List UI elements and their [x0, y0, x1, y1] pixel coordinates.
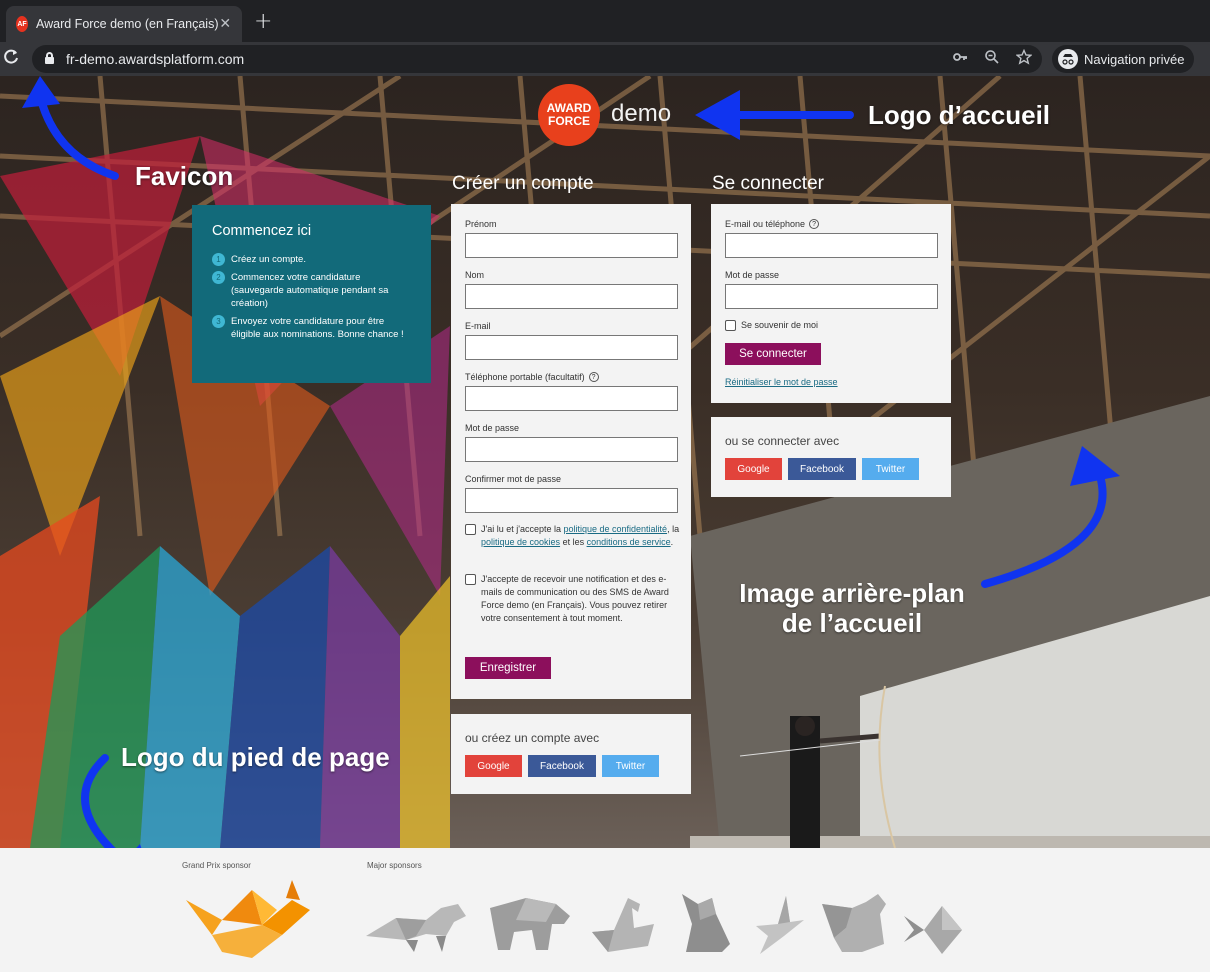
- major-sponsors-label: Major sponsors: [367, 861, 422, 870]
- register-social-title: ou créez un compte avec: [465, 731, 600, 745]
- remember-me-label: Se souvenir de moi: [741, 320, 819, 330]
- close-tab-icon[interactable]: ✕: [218, 16, 232, 32]
- agree-terms-text: J'ai lu et j'accepte la politique de con…: [481, 523, 681, 549]
- browser-toolbar: fr-demo.awardsplatform.com Navigation pr…: [0, 42, 1210, 76]
- password-label: Mot de passe: [465, 423, 520, 433]
- reset-password-link[interactable]: Réinitialiser le mot de passe: [725, 377, 838, 387]
- consent-checkbox[interactable]: [465, 574, 476, 585]
- confirm-password-label: Confirmer mot de passe: [465, 474, 562, 484]
- consent-text: J'accepte de recevoir une notification e…: [481, 574, 669, 623]
- register-google-button[interactable]: Google: [465, 755, 522, 777]
- agree-terms-checkbox[interactable]: [465, 524, 476, 535]
- login-social-panel: ou se connecter avec Google Facebook Twi…: [711, 417, 951, 497]
- email-label: E-mail: [465, 321, 491, 331]
- annotation-home-logo: Logo d’accueil: [868, 100, 1051, 130]
- browser-tab[interactable]: AF Award Force demo (en Français) ✕: [6, 6, 242, 42]
- url-text[interactable]: fr-demo.awardsplatform.com: [66, 51, 244, 67]
- dragon-sponsor-logo[interactable]: [182, 880, 314, 960]
- agree-text-4: .: [670, 537, 674, 547]
- step-number: 3: [212, 315, 225, 328]
- last-name-field[interactable]: [465, 284, 678, 309]
- annotation-background: Image arrière-plan de l’accueil: [732, 578, 972, 638]
- cookies-link[interactable]: politique de cookies: [481, 537, 560, 547]
- help-icon[interactable]: ?: [809, 219, 820, 229]
- step-text: Commencez votre candidature (sauvegarde …: [231, 272, 389, 309]
- first-name-field[interactable]: [465, 233, 678, 258]
- start-title: Commencez ici: [212, 223, 312, 239]
- agree-text-2: , la: [667, 524, 680, 534]
- swan-sponsor-logo[interactable]: [588, 898, 656, 954]
- key-icon[interactable]: [952, 49, 968, 69]
- cat-sponsor-logo[interactable]: [682, 894, 732, 954]
- agree-text-3: et les: [560, 537, 587, 547]
- login-password-label: Mot de passe: [725, 270, 780, 280]
- bear-sponsor-logo[interactable]: [486, 894, 572, 954]
- step-number: 2: [212, 271, 225, 284]
- register-social-panel: ou créez un compte avec Google Facebook …: [451, 714, 691, 794]
- tab-title: Award Force demo (en Français): [36, 17, 219, 31]
- login-google-button[interactable]: Google: [725, 458, 782, 480]
- step-number: 1: [212, 253, 225, 266]
- footer: Grand Prix sponsor Major sponsors: [0, 848, 1210, 972]
- login-email-field[interactable]: [725, 233, 938, 258]
- annotation-background-line1: Image arrière-plan: [739, 578, 965, 608]
- login-button[interactable]: Se connecter: [725, 343, 821, 365]
- annotation-footer-logo: Logo du pied de page: [121, 742, 390, 772]
- tab-bar: AF Award Force demo (en Français) ✕ +: [0, 0, 1210, 42]
- incognito-label: Navigation privée: [1084, 51, 1185, 67]
- password-field[interactable]: [465, 437, 678, 462]
- login-facebook-button[interactable]: Facebook: [788, 458, 856, 480]
- last-name-label: Nom: [465, 270, 485, 280]
- login-social-title: ou se connecter avec: [725, 434, 840, 448]
- new-tab-button[interactable]: +: [254, 9, 272, 34]
- first-name-label: Prénom: [465, 219, 497, 229]
- page-content: AWARD FORCE demo Favicon Logo d’accueil …: [0, 76, 1210, 972]
- incognito-indicator[interactable]: Navigation privée: [1052, 45, 1194, 73]
- start-step: 1 Créez un compte.: [212, 253, 411, 266]
- favicon-icon: AF: [16, 16, 28, 32]
- privacy-link[interactable]: politique de confidentialité: [563, 524, 667, 534]
- grand-prix-label: Grand Prix sponsor: [182, 861, 251, 870]
- mobile-label: Téléphone portable (facultatif)?: [465, 372, 599, 382]
- start-step: 3 Envoyez votre candidature pour être éli…: [212, 315, 411, 341]
- lock-icon[interactable]: [45, 52, 54, 64]
- agree-text-1: J'ai lu et j'accepte la: [481, 524, 564, 534]
- bird-sponsor-logo[interactable]: [756, 896, 806, 956]
- mobile-field[interactable]: [465, 386, 678, 411]
- terms-link[interactable]: conditions de service: [587, 537, 671, 547]
- confirm-password-field[interactable]: [465, 488, 678, 513]
- register-facebook-button[interactable]: Facebook: [528, 755, 596, 777]
- squirrel-sponsor-logo[interactable]: [822, 894, 888, 954]
- remember-me-checkbox[interactable]: [725, 320, 736, 331]
- start-step: 2 Commencez votre candidature (sauvegarde…: [212, 271, 411, 310]
- register-form: Prénom Nom E-mail Téléphone portable (fa…: [451, 204, 691, 699]
- zoom-icon[interactable]: [984, 49, 1000, 69]
- start-here-panel: Commencez ici 1 Créez un compte. 2 Commenc…: [192, 205, 431, 383]
- start-steps: 1 Créez un compte. 2 Commencez votre candi…: [212, 253, 411, 341]
- incognito-icon: [1058, 49, 1078, 69]
- login-title: Se connecter: [712, 173, 824, 194]
- register-title: Créer un compte: [452, 173, 594, 194]
- login-twitter-button[interactable]: Twitter: [862, 458, 919, 480]
- login-email-label-text: E-mail ou téléphone: [725, 219, 806, 229]
- mobile-label-text: Téléphone portable (facultatif): [465, 372, 585, 382]
- login-password-field[interactable]: [725, 284, 938, 309]
- help-icon[interactable]: ?: [588, 372, 599, 382]
- annotation-favicon: Favicon: [135, 161, 234, 191]
- login-form: E-mail ou téléphone? Mot de passe Se sou…: [711, 204, 951, 403]
- star-icon[interactable]: [1015, 48, 1033, 69]
- register-button[interactable]: Enregistrer: [465, 657, 551, 679]
- annotation-background-line2: de l’accueil: [781, 608, 923, 638]
- step-text: Envoyez votre candidature pour être élig…: [231, 316, 404, 340]
- fish-sponsor-logo[interactable]: [904, 906, 962, 954]
- step-text: Créez un compte.: [231, 254, 306, 265]
- email-field[interactable]: [465, 335, 678, 360]
- address-bar[interactable]: fr-demo.awardsplatform.com: [32, 45, 1042, 73]
- register-twitter-button[interactable]: Twitter: [602, 755, 659, 777]
- login-email-label: E-mail ou téléphone?: [725, 219, 820, 229]
- fox-sponsor-logo[interactable]: [366, 896, 470, 952]
- reload-icon[interactable]: [2, 48, 20, 68]
